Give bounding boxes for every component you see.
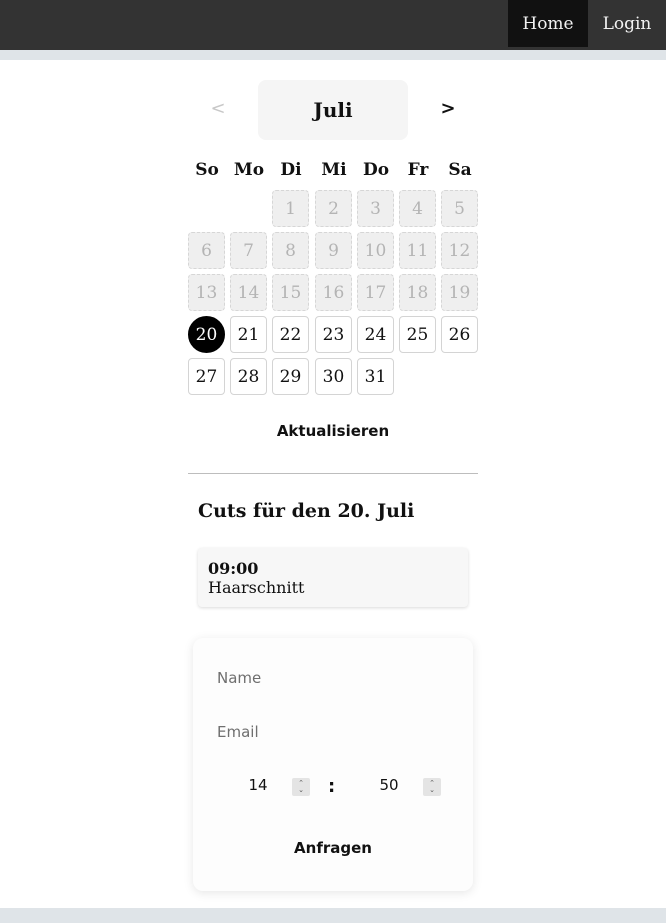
calendar-day: 19 — [441, 274, 478, 311]
cut-service: Haarschnitt — [208, 578, 305, 597]
time-separator: : — [328, 776, 336, 797]
calendar-day[interactable]: 20 — [188, 316, 225, 353]
weekday-label: Di — [280, 160, 302, 180]
calendar-day: 5 — [441, 190, 478, 227]
minute-stepper[interactable]: 50 ⌃ ⌄ — [343, 774, 473, 798]
calendar-day: 2 — [315, 190, 352, 227]
section-divider — [188, 473, 478, 474]
main-content: < Juli > So Mo Di Mi Do Fr Sa 1 2 3 4 5 6 7 8 9 10 11 12 1… — [0, 60, 666, 908]
calendar-day[interactable]: 24 — [357, 316, 394, 353]
footer-strip — [0, 908, 666, 923]
calendar-day: 9 — [315, 232, 352, 269]
weekday-label: Fr — [407, 160, 429, 180]
calendar-day: 13 — [188, 274, 225, 311]
calendar-day: 10 — [357, 232, 394, 269]
request-button[interactable]: Anfragen — [273, 835, 393, 861]
calendar-day: 8 — [272, 232, 309, 269]
update-button[interactable]: Aktualisieren — [262, 418, 404, 444]
prev-month-button[interactable]: < — [206, 98, 230, 119]
cut-time: 09:00 — [208, 559, 259, 578]
calendar-day[interactable]: 21 — [230, 316, 267, 353]
calendar-day[interactable]: 23 — [315, 316, 352, 353]
calendar-day: 17 — [357, 274, 394, 311]
top-navbar: Home Login — [0, 0, 666, 50]
calendar-day: 6 — [188, 232, 225, 269]
month-title: Juli — [258, 80, 408, 140]
name-input[interactable] — [217, 663, 449, 693]
calendar-day[interactable]: 31 — [357, 358, 394, 395]
calendar-day[interactable]: 22 — [272, 316, 309, 353]
nav-login-link[interactable]: Login — [588, 0, 666, 47]
next-month-button[interactable]: > — [436, 98, 460, 119]
nav-home-link[interactable]: Home — [508, 0, 588, 47]
weekday-label: Mi — [321, 160, 347, 180]
email-input[interactable] — [217, 717, 449, 747]
calendar-day: 18 — [399, 274, 436, 311]
cut-list-item: 09:00 Haarschnitt — [198, 548, 468, 607]
calendar-day[interactable]: 25 — [399, 316, 436, 353]
calendar-day: 15 — [272, 274, 309, 311]
minute-value[interactable]: 50 — [369, 776, 409, 794]
calendar-day: 11 — [399, 232, 436, 269]
booking-form: 14 ⌃⌄ : 50 ⌃⌄ Anfragen — [193, 638, 473, 891]
weekday-label: Do — [362, 160, 390, 180]
calendar-day[interactable]: 28 — [230, 358, 267, 395]
calendar-day: 7 — [230, 232, 267, 269]
calendar-day[interactable]: 30 — [315, 358, 352, 395]
calendar-day[interactable]: 26 — [441, 316, 478, 353]
calendar-day[interactable]: 27 — [188, 358, 225, 395]
hour-stepper[interactable]: 14 ⌃ ⌄ — [193, 774, 323, 798]
hour-value[interactable]: 14 — [238, 776, 278, 794]
cuts-title: Cuts für den 20. Juli — [198, 500, 415, 522]
calendar-day: 3 — [357, 190, 394, 227]
minute-spinner-icon[interactable]: ⌃ ⌄ — [423, 778, 441, 796]
calendar-day[interactable]: 29 — [272, 358, 309, 395]
calendar-day: 14 — [230, 274, 267, 311]
weekday-label: Mo — [233, 160, 265, 180]
calendar-day: 4 — [399, 190, 436, 227]
header-divider-strip — [0, 50, 666, 60]
calendar-day: 16 — [315, 274, 352, 311]
weekday-label: So — [195, 160, 219, 180]
calendar-day: 1 — [272, 190, 309, 227]
calendar-day: 12 — [441, 232, 478, 269]
hour-spinner-icon[interactable]: ⌃ ⌄ — [292, 778, 310, 796]
weekday-label: Sa — [448, 160, 472, 180]
